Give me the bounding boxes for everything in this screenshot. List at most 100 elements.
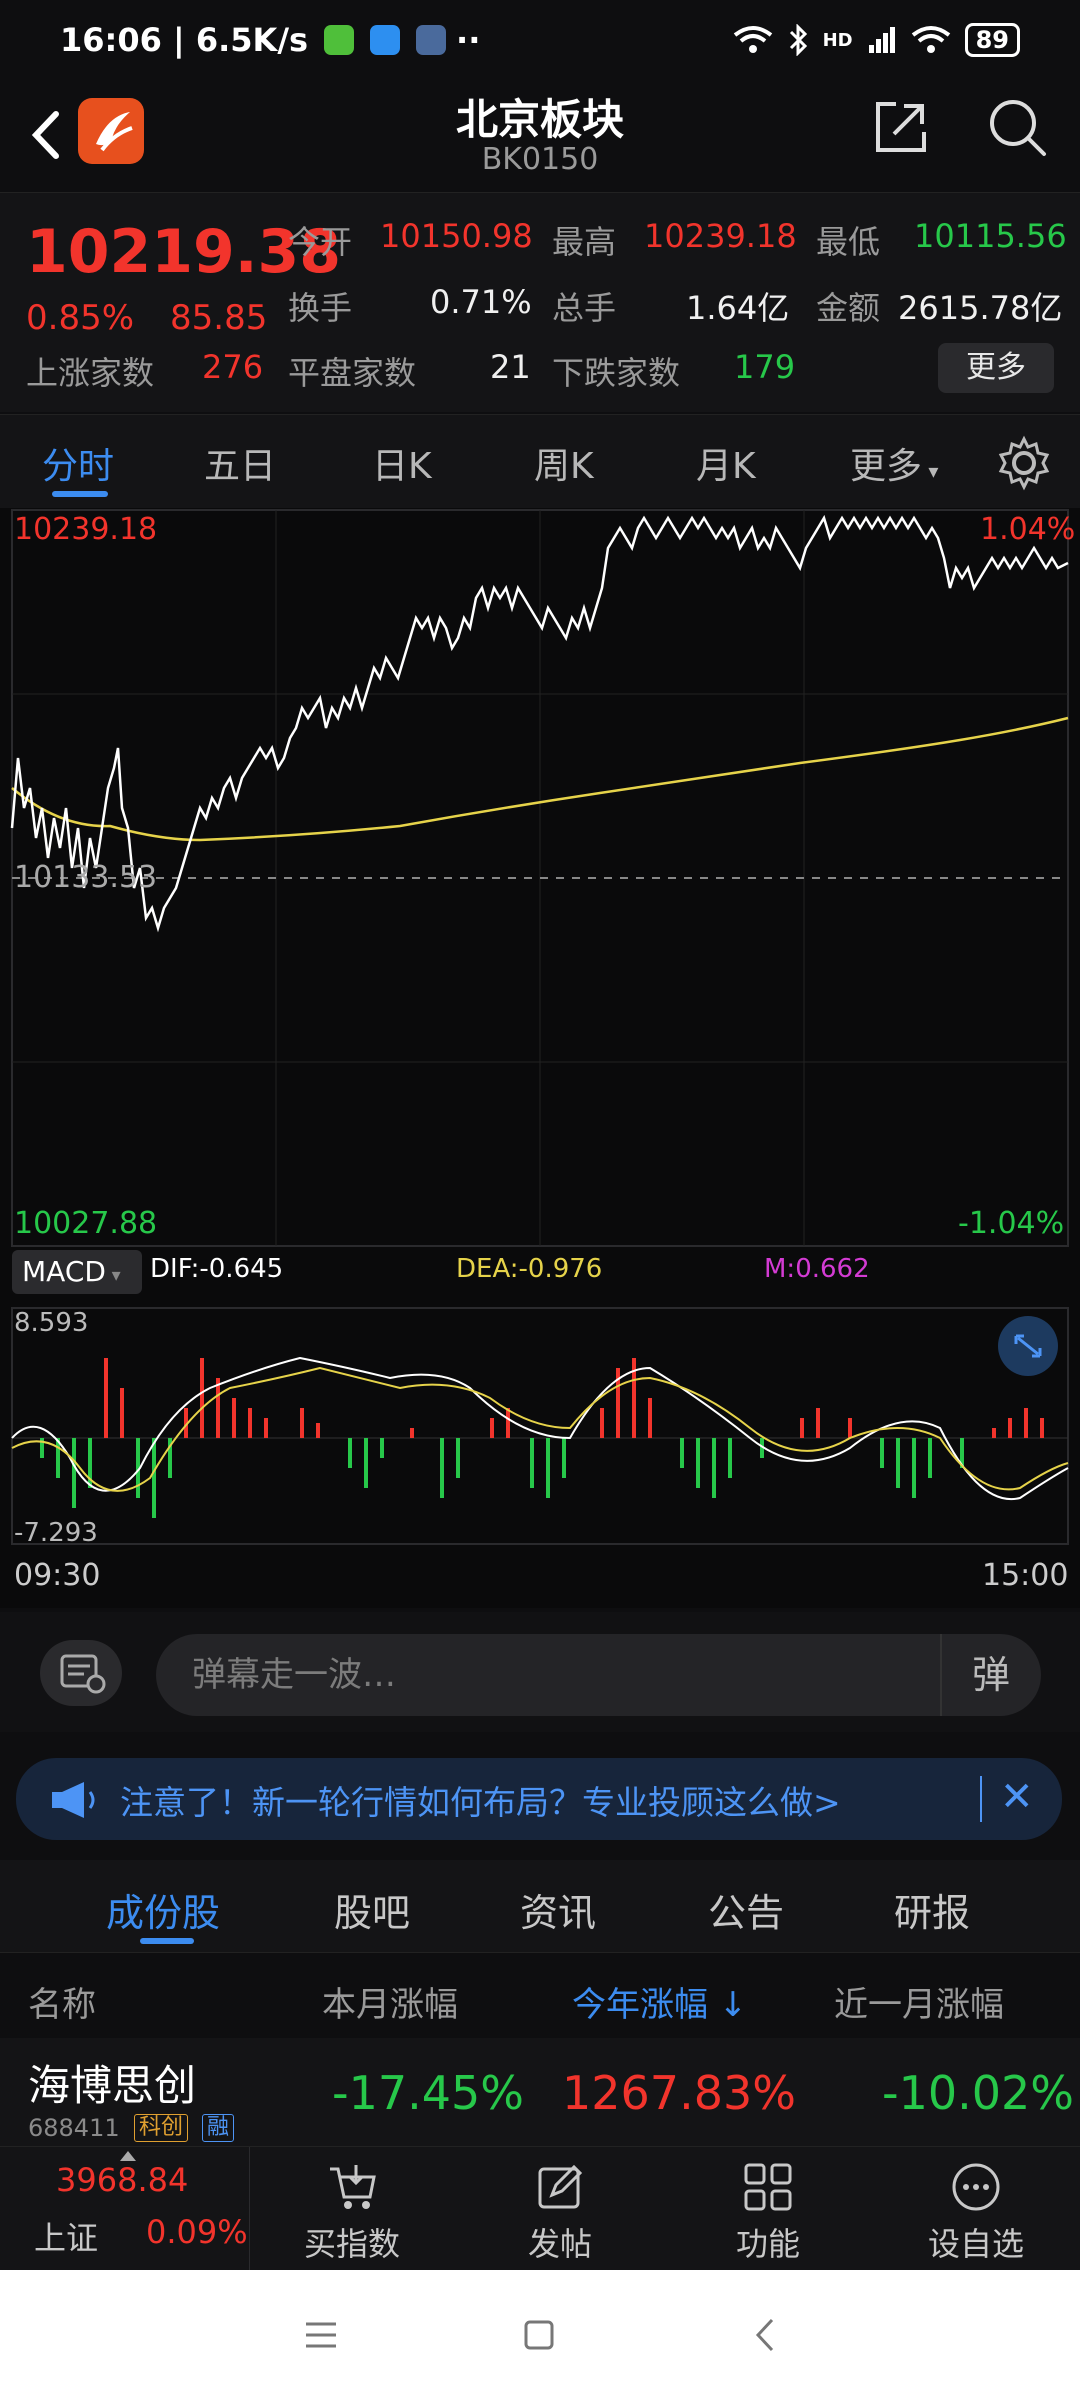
nav-post[interactable]: 发帖 bbox=[460, 2147, 660, 2271]
high-value: 10239.18 bbox=[644, 217, 797, 255]
up-count-value: 276 bbox=[202, 348, 264, 386]
stock-name: 海博思创 bbox=[28, 2061, 197, 2110]
chart-area[interactable]: 10239.18 1.04% 10133.53 10027.88 -1.04% … bbox=[0, 508, 1080, 1608]
nav-post-label: 发帖 bbox=[527, 2225, 592, 2263]
tab-daily-k[interactable]: 日K bbox=[372, 437, 432, 489]
intraday-chart[interactable] bbox=[0, 508, 1080, 1608]
app-notification-icon-settings bbox=[416, 25, 447, 55]
caret-down-icon: ▾ bbox=[105, 1265, 121, 1286]
tab-news[interactable]: 资讯 bbox=[520, 1882, 596, 1937]
open-label: 今开 bbox=[288, 223, 353, 261]
nav-add-watchlist[interactable]: 设自选 bbox=[876, 2147, 1076, 2271]
caret-up-icon bbox=[120, 2151, 136, 2161]
volume-value: 1.64亿 bbox=[686, 289, 790, 327]
quote-panel: 10219.38 0.85% 85.85 今开 10150.98 最高 1023… bbox=[0, 192, 1080, 412]
tab-forum[interactable]: 股吧 bbox=[334, 1882, 410, 1937]
chart-low-price: 10027.88 bbox=[14, 1206, 158, 1241]
chart-mid-price: 10133.53 bbox=[14, 860, 158, 895]
danmu-toggle-button[interactable]: 弹 bbox=[940, 1634, 1040, 1716]
month-change-value: -17.45% bbox=[332, 2066, 524, 2120]
macd-selector[interactable]: MACD ▾ bbox=[12, 1250, 142, 1294]
macd-label: MACD bbox=[22, 1255, 106, 1288]
menu-icon[interactable] bbox=[296, 2310, 346, 2360]
tab-announcements[interactable]: 公告 bbox=[708, 1882, 784, 1937]
more-notifications-icon: ·· bbox=[456, 21, 481, 59]
home-icon[interactable] bbox=[514, 2310, 564, 2360]
time-end: 15:00 bbox=[982, 1558, 1069, 1593]
col-month-change[interactable]: 本月涨幅 bbox=[322, 1977, 458, 2026]
nav-functions[interactable]: 功能 bbox=[668, 2147, 868, 2271]
edit-icon bbox=[538, 2164, 583, 2209]
col-year-change[interactable]: 今年涨幅 ↓ bbox=[572, 1977, 747, 2026]
flat-count-label: 平盘家数 bbox=[288, 354, 417, 392]
col-recent-month-change[interactable]: 近一月涨幅 bbox=[834, 1977, 1004, 2026]
danmu-input[interactable]: 弹幕走一波… bbox=[156, 1634, 1041, 1716]
danmu-list-icon[interactable] bbox=[40, 1640, 122, 1706]
col-name[interactable]: 名称 bbox=[28, 1977, 96, 2026]
active-subtab-indicator bbox=[140, 1938, 194, 1944]
tab-constituents[interactable]: 成份股 bbox=[106, 1882, 220, 1937]
index-ticker[interactable]: 3968.84 上证 0.09% bbox=[0, 2147, 250, 2271]
dif-value: DIF:-0.645 bbox=[150, 1254, 284, 1284]
more-stats-button[interactable]: 更多 bbox=[938, 343, 1054, 393]
period-tabs: 分时 五日 日K 周K 月K 更多 ▾ bbox=[0, 414, 1080, 508]
system-nav-bar bbox=[0, 2270, 1080, 2400]
chart-high-price: 10239.18 bbox=[14, 512, 158, 547]
macd-min: -7.293 bbox=[14, 1518, 98, 1548]
year-change-value: 1267.83% bbox=[562, 2066, 796, 2120]
danmu-bar: 弹幕走一波… 弹 bbox=[0, 1612, 1080, 1732]
settings-gear-icon[interactable] bbox=[996, 435, 1052, 491]
back-icon[interactable] bbox=[742, 2310, 792, 2360]
status-time: 16:06 | 6.5K/s bbox=[60, 21, 309, 59]
tab-more-label: 更多 bbox=[850, 446, 923, 487]
close-icon[interactable]: ✕ bbox=[1000, 1774, 1034, 1820]
battery-icon: 89 bbox=[964, 23, 1020, 57]
tab-intraday[interactable]: 分时 bbox=[42, 437, 114, 489]
table-row[interactable]: 海博思创 688411 科创 融 -17.45% 1267.83% -10.02… bbox=[0, 2038, 1080, 2146]
tab-weekly-k[interactable]: 周K bbox=[534, 437, 594, 489]
high-label: 最高 bbox=[552, 223, 617, 261]
stock-code: 688411 bbox=[28, 2114, 120, 2142]
low-label: 最低 bbox=[816, 223, 881, 261]
chart-high-percent: 1.04% bbox=[980, 512, 1076, 547]
turnover-value: 0.71% bbox=[430, 283, 532, 321]
flat-count-value: 21 bbox=[490, 348, 531, 386]
margin-badge: 融 bbox=[202, 2114, 235, 2142]
tab-research[interactable]: 研报 bbox=[894, 1882, 970, 1937]
notice-text[interactable]: 注意了！新一轮行情如何布局？专业投顾这么做> bbox=[120, 1776, 841, 1824]
sub-tabs: 成份股 股吧 资讯 公告 研报 bbox=[0, 1860, 1080, 1952]
down-count-label: 下跌家数 bbox=[552, 354, 681, 392]
share-icon[interactable] bbox=[872, 98, 930, 156]
tab-monthly-k[interactable]: 月K bbox=[696, 437, 756, 489]
table-header: 名称 本月涨幅 今年涨幅 ↓ 近一月涨幅 bbox=[0, 1952, 1080, 2038]
open-value: 10150.98 bbox=[380, 217, 533, 255]
nav-add-watchlist-label: 设自选 bbox=[927, 2225, 1024, 2263]
star-market-badge: 科创 bbox=[134, 2114, 189, 2142]
tab-five-day[interactable]: 五日 bbox=[204, 437, 276, 489]
app-header: 北京板块 BK0150 bbox=[0, 80, 1080, 190]
time-start: 09:30 bbox=[14, 1558, 101, 1593]
down-count-value: 179 bbox=[734, 348, 796, 386]
signal-icon bbox=[868, 27, 895, 53]
change-percent: 0.85% bbox=[26, 298, 135, 338]
up-count-label: 上涨家数 bbox=[26, 354, 155, 392]
app-notification-icon-blue bbox=[370, 25, 401, 55]
change-value: 85.85 bbox=[170, 298, 268, 338]
bluetooth-icon bbox=[789, 24, 807, 56]
index-value: 3968.84 bbox=[56, 2161, 189, 2199]
app-notification-icon-green bbox=[324, 25, 355, 55]
recent-month-change-value: -10.02% bbox=[882, 2066, 1074, 2120]
tab-more[interactable]: 更多 ▾ bbox=[850, 437, 938, 489]
status-bar: 16:06 | 6.5K/s ·· HD 89 bbox=[0, 0, 1080, 80]
search-icon[interactable] bbox=[986, 96, 1048, 158]
chart-low-percent: -1.04% bbox=[958, 1206, 1065, 1241]
cart-icon bbox=[330, 2165, 376, 2209]
volume-label: 总手 bbox=[552, 289, 617, 327]
nav-buy-index[interactable]: 买指数 bbox=[252, 2147, 452, 2271]
index-percent: 0.09% bbox=[146, 2213, 248, 2251]
notice-banner[interactable]: 注意了！新一轮行情如何布局？专业投顾这么做> ✕ bbox=[16, 1758, 1062, 1840]
megaphone-icon bbox=[52, 1782, 95, 1818]
nav-functions-label: 功能 bbox=[735, 2225, 800, 2263]
notice-divider bbox=[980, 1776, 982, 1822]
amount-value: 2615.78亿 bbox=[898, 289, 1063, 327]
